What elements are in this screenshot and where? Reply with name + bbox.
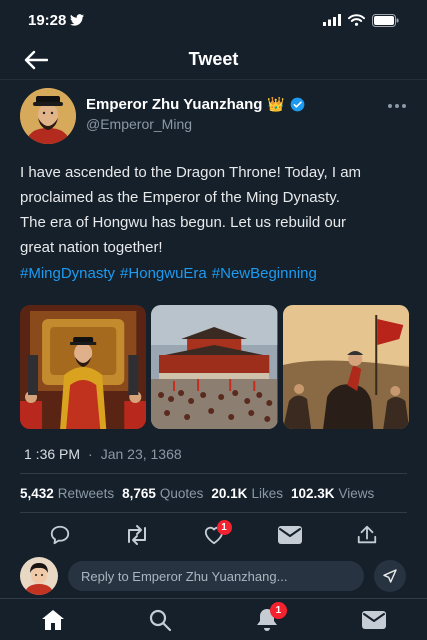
tweet-line: The era of Hongwu has begun. Let us rebu…	[20, 214, 347, 231]
status-time: 19:28	[28, 11, 85, 29]
quotes-count: 8,765	[122, 486, 156, 501]
more-options-button[interactable]	[387, 96, 407, 112]
views-count: 102.3K	[290, 486, 335, 501]
tweet-time: 1 :36 PM	[24, 446, 81, 462]
home-icon	[42, 609, 65, 630]
status-bar: 19:28	[0, 0, 427, 40]
retweets-stat[interactable]: 5,432 Retweets	[20, 486, 114, 501]
verified-badge-icon	[290, 97, 305, 112]
retweets-count: 5,432	[20, 486, 54, 501]
user-portrait-image	[20, 557, 58, 595]
tab-messages[interactable]	[354, 602, 394, 638]
likes-label: Likes	[251, 486, 283, 501]
views-stat[interactable]: 102.3K Views	[291, 486, 374, 501]
reply-bubble-icon	[50, 525, 70, 545]
upload-share-icon	[357, 525, 377, 544]
hashtag-link[interactable]: #MingDynasty	[20, 265, 115, 282]
author-info: Emperor Zhu Yuanzhang 👑 @Emperor_Ming	[86, 96, 305, 132]
media-palace-image[interactable]	[151, 305, 278, 429]
tweet-timestamp: 1 :36 PM · Jan 23, 1368	[24, 446, 182, 462]
name-line: Emperor Zhu Yuanzhang 👑	[86, 96, 305, 113]
reply-composer: Reply to Emperor Zhu Yuanzhang...	[0, 556, 427, 596]
like-notification-badge: 1	[216, 520, 232, 535]
tab-home[interactable]	[33, 602, 73, 638]
throne-scene-image	[20, 305, 147, 429]
likes-stat[interactable]: 20.1K Likes	[211, 486, 283, 501]
hashtags: #MingDynasty #HongwuEra #NewBeginning	[20, 265, 317, 282]
cavalry-scene-image	[282, 305, 409, 429]
author-avatar[interactable]	[20, 88, 76, 144]
media-cavalry-image[interactable]	[282, 305, 409, 429]
hashtag-link[interactable]: #HongwuEra	[120, 265, 207, 282]
back-button[interactable]	[22, 46, 50, 74]
send-button[interactable]	[374, 560, 406, 592]
send-arrow-icon	[383, 569, 397, 583]
tweet-line: great nation together!	[20, 239, 163, 256]
clock-text: 19:28	[28, 11, 67, 29]
page-title: Tweet	[188, 49, 239, 69]
nav-header: Tweet	[0, 40, 427, 80]
battery-icon	[372, 13, 399, 27]
wifi-icon	[348, 14, 365, 26]
reply-button[interactable]	[38, 520, 82, 550]
tweet-text: I have ascended to the Dragon Throne! To…	[20, 160, 410, 260]
emperor-portrait-image	[20, 88, 76, 144]
status-indicators	[323, 13, 399, 27]
engagement-stats: 5,432 Retweets 8,765 Quotes 20.1K Likes …	[20, 486, 374, 501]
back-arrow-icon	[24, 50, 48, 70]
tweet-actions: 1	[38, 520, 389, 550]
retweet-icon	[127, 525, 146, 545]
separator-dot: ·	[88, 446, 93, 462]
divider	[20, 473, 407, 474]
tweet-author: Emperor Zhu Yuanzhang 👑 @Emperor_Ming	[20, 88, 407, 148]
reply-input[interactable]: Reply to Emperor Zhu Yuanzhang...	[68, 561, 364, 591]
bottom-tab-bar: 1	[0, 598, 427, 640]
retweets-label: Retweets	[57, 486, 115, 501]
share-dm-button[interactable]	[268, 520, 312, 550]
more-dots-icon	[388, 104, 406, 108]
search-icon	[150, 609, 172, 631]
user-avatar[interactable]	[20, 557, 58, 595]
tab-search[interactable]	[140, 602, 180, 638]
tweet-line: proclaimed as the Emperor of the Ming Dy…	[20, 189, 340, 206]
media-throne-image[interactable]	[20, 305, 147, 429]
retweet-button[interactable]	[115, 520, 159, 550]
hashtag-link[interactable]: #NewBeginning	[212, 265, 317, 282]
author-handle[interactable]: @Emperor_Ming	[86, 116, 305, 132]
crown-icon: 👑	[267, 96, 285, 112]
mail-icon	[278, 526, 303, 544]
quotes-stat[interactable]: 8,765 Quotes	[122, 486, 203, 501]
views-label: Views	[338, 486, 375, 501]
like-button[interactable]: 1	[192, 520, 236, 550]
tweet-date: Jan 23, 1368	[100, 446, 182, 462]
divider	[20, 512, 407, 513]
messages-mail-icon	[361, 610, 386, 629]
tweet-line: I have ascended to the Dragon Throne! To…	[20, 164, 362, 181]
tweet-media	[20, 305, 409, 429]
author-display-name[interactable]: Emperor Zhu Yuanzhang	[86, 96, 262, 113]
quotes-label: Quotes	[159, 486, 204, 501]
share-button[interactable]	[345, 520, 389, 550]
notifications-badge: 1	[269, 601, 287, 619]
tab-notifications[interactable]: 1	[247, 601, 287, 638]
palace-courtyard-image	[151, 305, 278, 429]
twitter-bird-icon	[70, 14, 85, 26]
likes-count: 20.1K	[211, 486, 248, 501]
cellular-signal-icon	[323, 14, 341, 26]
